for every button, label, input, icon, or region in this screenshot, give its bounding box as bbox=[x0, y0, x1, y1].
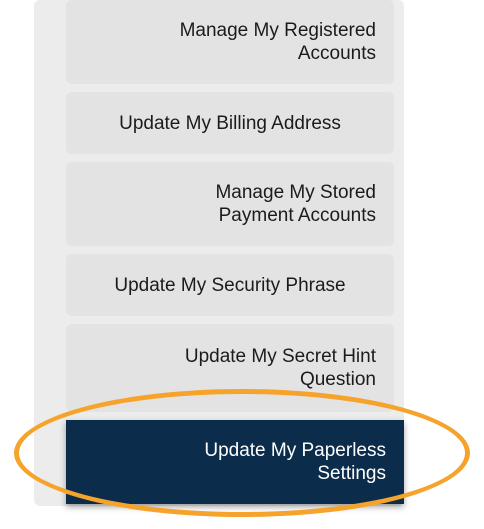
menu-item-update-security-phrase[interactable]: Update My Security Phrase bbox=[66, 254, 394, 316]
menu-item-label: Update My Secret Hint Question bbox=[184, 346, 376, 390]
menu-item-label: Update My Paperless Settings bbox=[204, 440, 386, 484]
menu-item-label: Manage My Stored Payment Accounts bbox=[215, 182, 376, 226]
menu-item-manage-stored-payment-accounts[interactable]: Manage My Stored Payment Accounts bbox=[66, 162, 394, 246]
menu-item-update-paperless-settings[interactable]: Update My Paperless Settings bbox=[66, 420, 404, 504]
account-settings-menu: Manage My Registered Accounts Update My … bbox=[0, 0, 484, 529]
menu-item-update-secret-hint-question[interactable]: Update My Secret Hint Question bbox=[66, 324, 394, 412]
menu-item-update-billing-address[interactable]: Update My Billing Address bbox=[66, 92, 394, 154]
menu-item-label: Manage My Registered Accounts bbox=[179, 20, 376, 64]
menu-item-manage-registered-accounts[interactable]: Manage My Registered Accounts bbox=[66, 0, 394, 84]
menu-item-label: Update My Security Phrase bbox=[114, 274, 346, 296]
menu-item-label: Update My Billing Address bbox=[119, 112, 341, 134]
